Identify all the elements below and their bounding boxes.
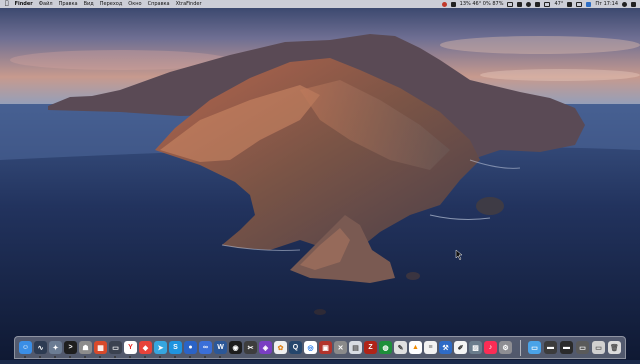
running-indicator xyxy=(189,356,191,358)
image-capture-icon[interactable]: ▨ xyxy=(469,341,482,354)
camo-icon[interactable]: ◍ xyxy=(379,341,392,354)
finder-icon[interactable]: ☺ xyxy=(19,341,32,358)
chrome-icon[interactable]: ◎ xyxy=(304,341,317,354)
quicktime-icon[interactable]: Q xyxy=(289,341,302,354)
word-icon[interactable]: W xyxy=(214,341,227,358)
downloads-folder-icon[interactable]: ▬ xyxy=(560,341,573,354)
screenshots-stack-icon[interactable]: ▭ xyxy=(576,341,589,354)
dock-separator xyxy=(519,339,521,356)
preview-icon[interactable]: ▤ xyxy=(349,341,362,354)
desktop-wallpaper xyxy=(0,0,640,360)
yandex-browser-icon[interactable]: Y xyxy=(124,341,137,358)
textedit-icon[interactable]: ✐ xyxy=(454,341,467,354)
menu-go[interactable]: Переход xyxy=(100,0,123,8)
launchpad-icon[interactable]: ✦ xyxy=(49,341,62,358)
system-stats-readout[interactable]: 13% 46° 0% 87% xyxy=(460,0,504,8)
wallpaper-image xyxy=(0,0,640,360)
running-indicator xyxy=(54,356,56,358)
menu-edit[interactable]: Правка xyxy=(59,0,78,8)
running-indicator xyxy=(24,356,26,358)
airplay-icon[interactable] xyxy=(544,1,551,7)
vlc-icon[interactable]: ▲ xyxy=(409,341,422,354)
running-indicator xyxy=(69,356,71,358)
running-indicator xyxy=(129,356,131,358)
wifi-icon[interactable] xyxy=(567,1,573,7)
menu-xtrafinder[interactable]: XtraFinder xyxy=(176,0,202,8)
running-indicator xyxy=(39,356,41,358)
anydesk-icon[interactable]: ◆ xyxy=(139,341,152,358)
notes-icon[interactable]: ≡ xyxy=(424,341,437,354)
skype-icon[interactable]: S xyxy=(169,341,182,358)
camera-icon[interactable] xyxy=(517,1,523,7)
bluetooth-icon[interactable] xyxy=(535,1,541,7)
dock-apps: ☺ ∿ ✦ > ☗ ▦ ▭ Y ◆ ➤ S ● ∞ W ◉ ✂ ◈ ✿ Q ◎ ▣ ✕ ▤ Z ◍ ✎ ▲ ≡ ⚒ ✐ ▨ ♪ ⚙ xyxy=(19,341,512,358)
terminal-icon[interactable]: > xyxy=(64,341,77,358)
cpu-monitor-icon[interactable] xyxy=(450,1,456,7)
running-indicator xyxy=(219,356,221,358)
activity-monitor-icon[interactable]: ∿ xyxy=(34,341,47,358)
automator-icon[interactable]: ☗ xyxy=(79,341,92,358)
running-indicator xyxy=(84,356,86,358)
music-icon[interactable]: ♪ xyxy=(484,341,497,354)
running-indicator xyxy=(204,356,206,358)
photo-booth-icon[interactable]: ▣ xyxy=(319,341,332,354)
stack-folder-icon[interactable]: ▬ xyxy=(544,341,557,354)
time-machine-icon[interactable] xyxy=(526,1,532,7)
running-indicator xyxy=(174,356,176,358)
screen-icon[interactable]: ▭ xyxy=(109,341,122,358)
obs-icon[interactable]: ◉ xyxy=(229,341,242,354)
dock-stacks: ▭ ▬ ▬ ▭ ▭ 🗑 xyxy=(528,341,621,354)
documents-stack-icon[interactable]: ▭ xyxy=(592,341,605,354)
running-indicator xyxy=(144,356,146,358)
filezilla-icon[interactable]: Z xyxy=(364,341,377,354)
running-indicator xyxy=(99,356,101,358)
trash-icon[interactable]: 🗑 xyxy=(608,341,621,354)
final-cut-icon[interactable]: ✂ xyxy=(244,341,257,354)
telegram-icon[interactable]: ➤ xyxy=(154,341,167,358)
temperature-readout[interactable]: 47° xyxy=(554,0,563,8)
menu-file[interactable]: Файл xyxy=(39,0,53,8)
app-blue-circle-icon[interactable]: ● xyxy=(184,341,197,358)
record-status-icon[interactable] xyxy=(441,1,447,7)
xcode-icon[interactable]: ⚒ xyxy=(439,341,452,354)
menu-view[interactable]: Вид xyxy=(84,0,94,8)
motion-icon[interactable]: ◈ xyxy=(259,341,272,354)
app-menu-finder[interactable]: Finder xyxy=(15,0,33,8)
notification-center-icon[interactable] xyxy=(631,1,636,7)
search-icon[interactable] xyxy=(622,1,627,7)
applications-folder-icon[interactable]: ▭ xyxy=(528,341,541,354)
pages-icon[interactable]: ∞ xyxy=(199,341,212,358)
photos-icon[interactable]: ✿ xyxy=(274,341,287,354)
clock[interactable]: Пт 17:14 xyxy=(595,0,618,8)
app-grid-icon[interactable]: ▦ xyxy=(94,341,107,358)
menu-help[interactable]: Справка xyxy=(148,0,170,8)
input-source-icon[interactable] xyxy=(586,1,592,7)
system-preferences-icon[interactable]: ⚙ xyxy=(499,341,512,354)
running-indicator xyxy=(114,356,116,358)
battery-icon[interactable] xyxy=(576,1,583,7)
menu-window[interactable]: Окно xyxy=(128,0,141,8)
dock: ☺ ∿ ✦ > ☗ ▦ ▭ Y ◆ ➤ S ● ∞ W ◉ ✂ ◈ ✿ Q ◎ ▣ ✕ ▤ Z ◍ ✎ ▲ ≡ ⚒ ✐ ▨ ♪ ⚙ ▭ ▬ ▬ ▭ ▭ 🗑 xyxy=(14,336,626,359)
running-indicator xyxy=(159,356,161,358)
menu-bar:  Finder Файл Правка Вид Переход Окно Сп… xyxy=(0,0,640,8)
apple-menu-icon[interactable]:  xyxy=(5,0,9,8)
display-icon[interactable] xyxy=(507,1,514,7)
utilities-icon[interactable]: ✕ xyxy=(334,341,347,354)
script-editor-icon[interactable]: ✎ xyxy=(394,341,407,354)
